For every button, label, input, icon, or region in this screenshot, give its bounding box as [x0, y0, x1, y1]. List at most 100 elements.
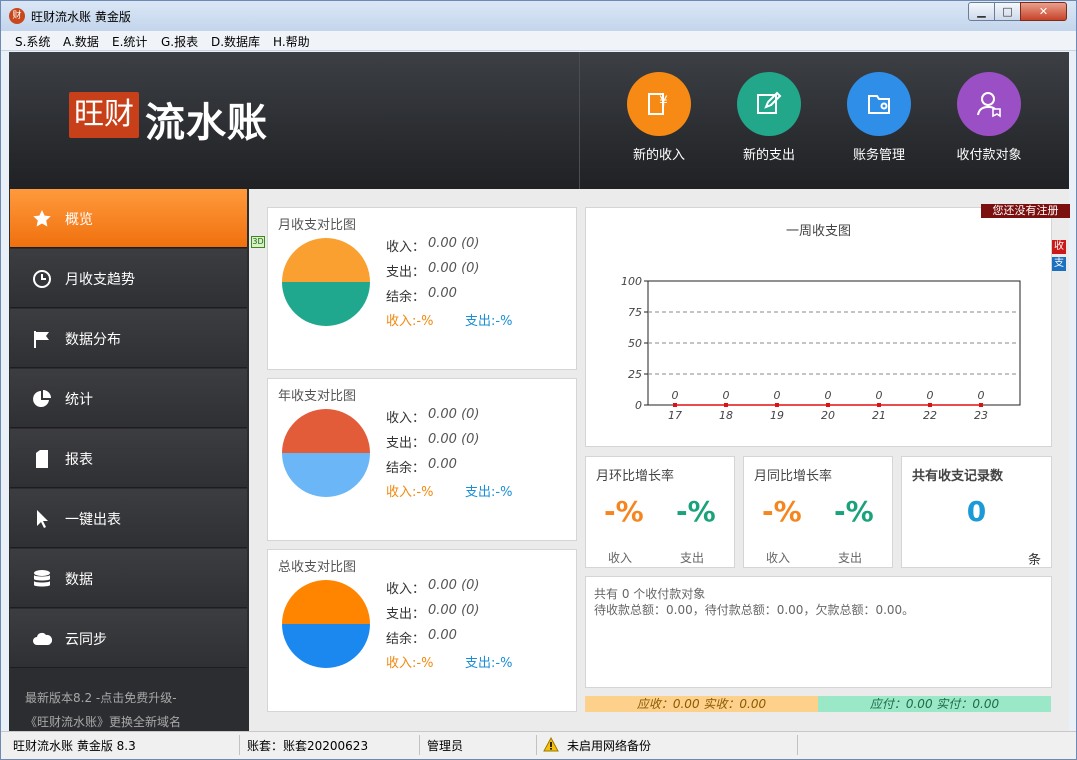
- stat-title: 月环比增长率: [596, 469, 675, 484]
- sidebar-footer: 最新版本8.2 -点击免费升级- 《旺财流水账》更换全新域名: [9, 673, 249, 731]
- x-tick-label: 17: [668, 409, 682, 422]
- pie-half-top: [282, 580, 370, 624]
- balance-label: 结余：: [386, 461, 426, 476]
- sidebar-item-data[interactable]: 数据: [10, 549, 247, 608]
- data-label: 0: [825, 389, 832, 402]
- status-app-version: 旺财流水账 黄金版 8.3: [13, 739, 136, 753]
- yearly-pie-chart: [282, 409, 370, 497]
- menu-help[interactable]: H.帮助: [273, 33, 310, 50]
- x-tick-label: 19: [770, 409, 784, 422]
- sidebar-item-label: 数据分布: [65, 332, 121, 348]
- pie-half-bottom: [282, 453, 370, 497]
- legend-expense: 支: [1052, 257, 1066, 271]
- new-expense-button[interactable]: 新的支出: [719, 72, 819, 163]
- minimize-button[interactable]: ▁: [968, 2, 995, 21]
- cloud-icon: [33, 632, 52, 645]
- pie-title: 月收支对比图: [278, 218, 357, 233]
- menu-data[interactable]: A.数据: [63, 33, 99, 50]
- payee-summary-panel: 共有 0 个收付款对象 待收款总额：0.00，待付款总额：0.00，欠款总额：0…: [585, 576, 1052, 688]
- 3d-toggle[interactable]: 3D: [251, 236, 265, 248]
- maximize-button[interactable]: □: [994, 2, 1021, 21]
- month-yoy-panel: 月同比增长率 -% -% 收入 支出: [743, 456, 893, 568]
- sidebar-item-label: 报表: [65, 452, 93, 468]
- sidebar-item-report[interactable]: 报表: [10, 429, 247, 488]
- pie-title: 总收支对比图: [278, 560, 357, 575]
- account-manage-button[interactable]: 账务管理: [829, 72, 929, 163]
- balance-row: 结余： 0.00: [386, 286, 457, 305]
- expense-label: 支出：: [386, 265, 426, 280]
- new-expense-label: 新的支出: [742, 148, 795, 163]
- data-point: [928, 403, 932, 407]
- sidebar-item-label: 统计: [65, 392, 93, 408]
- sidebar-item-label: 概览: [65, 212, 93, 228]
- status-backup[interactable]: 未启用网络备份: [567, 737, 651, 754]
- expense-percent: 支出:-%: [465, 656, 513, 671]
- clock-icon: [33, 270, 51, 288]
- status-user: 管理员: [427, 739, 464, 753]
- sidebar-item-distribution[interactable]: 数据分布: [10, 309, 247, 368]
- expense-value: 0.00 (0): [428, 603, 480, 618]
- menu-system[interactable]: S.系统: [15, 33, 50, 50]
- data-point: [826, 403, 830, 407]
- pie-half-top: [282, 409, 370, 453]
- domain-notice[interactable]: 《旺财流水账》更换全新域名: [25, 713, 181, 730]
- data-point: [877, 403, 881, 407]
- balance-value: 0.00: [428, 628, 457, 643]
- income-label: 收入：: [386, 582, 426, 597]
- payee-count-text: 共有 0 个收付款对象: [594, 587, 706, 601]
- data-label: 0: [978, 389, 985, 402]
- new-income-circle: ¥: [627, 72, 691, 136]
- data-label: 0: [672, 389, 679, 402]
- register-banner[interactable]: 您还没有注册: [981, 204, 1070, 218]
- account-manage-label: 账务管理: [852, 148, 905, 163]
- monthly-pie-chart: [282, 238, 370, 326]
- sidebar-item-cloud-sync[interactable]: 云同步: [10, 609, 247, 668]
- new-income-button[interactable]: ¥ 新的收入: [609, 72, 709, 163]
- menu-report[interactable]: G.报表: [161, 33, 198, 50]
- y-tick-label: 100: [621, 275, 642, 288]
- data-label: 0: [723, 389, 730, 402]
- total-pie-panel: 总收支对比图 收入： 0.00 (0) 支出： 0.00 (0) 结余： 0.00 收…: [267, 549, 577, 712]
- pie-half-bottom: [282, 282, 370, 326]
- close-button[interactable]: ✕: [1020, 2, 1067, 21]
- monthly-pie-panel: 月收支对比图 收入： 0.00 (0) 支出： 0.00 (0) 结余： 0.00 收…: [267, 207, 577, 370]
- person-icon: [977, 92, 1001, 118]
- maximize-icon: □: [1002, 5, 1013, 18]
- expense-value: 0.00 (0): [428, 432, 480, 447]
- sidebar: 概览 月收支趋势 数据分布 统计 报表 一键出表 数据 云同步 最新版本8.2 …: [9, 189, 249, 731]
- status-bar: 旺财流水账 黄金版 8.3 账套：账套20200623 管理员 未启用网络备份: [1, 731, 1076, 759]
- data-label: 0: [927, 389, 934, 402]
- data-point: [979, 403, 983, 407]
- sidebar-item-quick-export[interactable]: 一键出表: [10, 489, 247, 548]
- x-tick-label: 20: [821, 409, 835, 422]
- y-tick-label: 75: [628, 306, 642, 319]
- pie-icon: [33, 390, 51, 407]
- expense-label: 支出：: [386, 607, 426, 622]
- expense-growth-value: -%: [676, 495, 716, 528]
- income-value: 0.00 (0): [428, 407, 480, 422]
- income-growth-value: -%: [604, 495, 644, 528]
- sidebar-item-statistics[interactable]: 统计: [10, 369, 247, 428]
- income-row: 收入： 0.00 (0): [386, 578, 480, 597]
- income-percent: 收入:-%: [386, 485, 434, 500]
- income-label: 收入：: [386, 240, 426, 255]
- payee-button[interactable]: 收付款对象: [939, 72, 1039, 163]
- y-tick-label: 50: [628, 337, 642, 350]
- expense-row: 支出： 0.00 (0): [386, 432, 480, 451]
- upgrade-link[interactable]: 最新版本8.2 -点击免费升级-: [25, 689, 177, 706]
- pie-title: 年收支对比图: [278, 389, 357, 404]
- expense-growth-value: -%: [834, 495, 874, 528]
- x-tick-label: 21: [872, 409, 886, 422]
- sidebar-item-monthly-trend[interactable]: 月收支趋势: [10, 249, 247, 308]
- status-divider: [419, 735, 420, 755]
- header-banner: 旺财 流水账 ¥ 新的收入 新的支出 账务管理 收付款对象: [9, 52, 1069, 189]
- menu-statistics[interactable]: E.统计: [112, 33, 147, 50]
- menu-database[interactable]: D.数据库: [211, 33, 260, 50]
- legend-income: 收: [1052, 240, 1066, 254]
- status-account: 账套：账套20200623: [247, 739, 369, 753]
- record-count: 0: [966, 495, 987, 528]
- income-label: 收入：: [386, 411, 426, 426]
- title-bar[interactable]: 财 旺财流水账 黄金版 ▁ □ ✕: [1, 1, 1076, 31]
- stat-title: 月同比增长率: [754, 469, 833, 484]
- sidebar-item-overview[interactable]: 概览: [10, 189, 247, 248]
